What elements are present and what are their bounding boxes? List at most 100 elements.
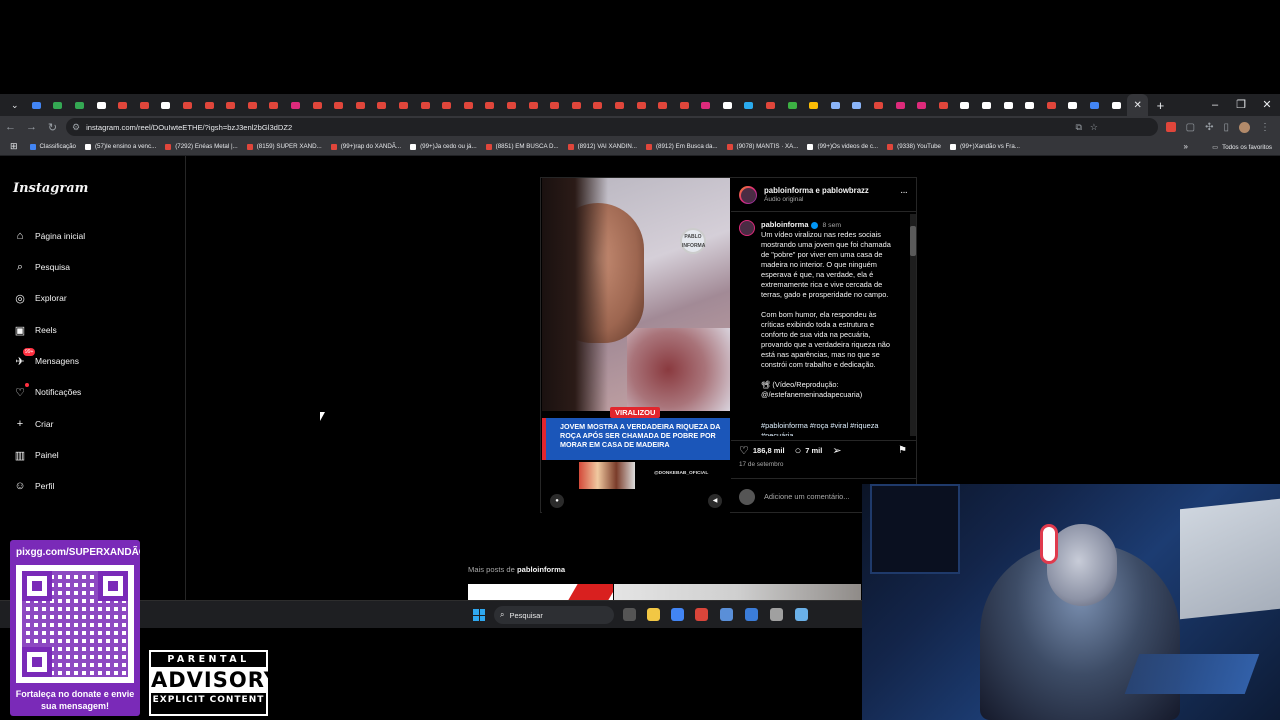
browser-tab[interactable] bbox=[26, 94, 48, 116]
browser-tab[interactable] bbox=[846, 94, 868, 116]
bookmark-item[interactable]: (99+)rap do XANDÃ... bbox=[330, 143, 401, 150]
bookmark-item[interactable]: (7292) Enéas Metal |... bbox=[165, 143, 238, 150]
tab-search-button[interactable]: ⌄ bbox=[4, 94, 26, 116]
browser-tab[interactable] bbox=[457, 94, 479, 116]
bookmark-item[interactable]: (8912) Em Busca da... bbox=[645, 143, 718, 150]
caption-scrollbar[interactable] bbox=[910, 214, 916, 436]
back-button[interactable]: ← bbox=[0, 121, 21, 133]
share-icon[interactable]: ➢ bbox=[832, 444, 841, 457]
browser-tab[interactable] bbox=[112, 94, 134, 116]
menu-dots-icon[interactable]: ⋮ bbox=[1260, 122, 1270, 133]
new-tab-button[interactable]: + bbox=[1152, 98, 1168, 113]
taskbar-app-icon[interactable] bbox=[745, 608, 758, 621]
caption-username[interactable]: pabloinforma bbox=[761, 220, 809, 229]
browser-tab[interactable] bbox=[565, 94, 587, 116]
address-bar[interactable]: ⚙ instagram.com/reel/DOuIwteETHE/?igsh=b… bbox=[66, 118, 1158, 136]
browser-tab[interactable] bbox=[306, 94, 328, 116]
browser-tab[interactable] bbox=[242, 94, 264, 116]
comment-count[interactable]: 7 mil bbox=[805, 446, 822, 455]
browser-tab[interactable] bbox=[825, 94, 847, 116]
browser-tab[interactable] bbox=[868, 94, 890, 116]
profile-avatar[interactable] bbox=[1239, 121, 1250, 133]
browser-tab[interactable] bbox=[889, 94, 911, 116]
audio-label[interactable]: Áudio original bbox=[764, 196, 803, 203]
browser-tab[interactable] bbox=[501, 94, 523, 116]
browser-tab[interactable] bbox=[587, 94, 609, 116]
browser-tab[interactable] bbox=[760, 94, 782, 116]
caption-hashtags[interactable]: #pabloinforma #roça #viral #riqueza #pec… bbox=[761, 421, 901, 436]
browser-tab[interactable] bbox=[479, 94, 501, 116]
browser-tab[interactable] bbox=[673, 94, 695, 116]
bookmark-item[interactable]: (9338) YouTube bbox=[887, 143, 941, 150]
all-bookmarks-button[interactable]: ▭ Todos os favoritos bbox=[1212, 138, 1272, 156]
post-authors[interactable]: pabloinforma e pablowbrazz bbox=[764, 186, 869, 195]
browser-tab[interactable] bbox=[781, 94, 803, 116]
browser-tab[interactable] bbox=[436, 94, 458, 116]
bookmark-item[interactable]: (9078) MANTIS · XA... bbox=[726, 143, 798, 150]
bookmark-item[interactable]: (99+)Os videos de c... bbox=[807, 143, 878, 150]
browser-tab[interactable] bbox=[997, 94, 1019, 116]
browser-tab[interactable] bbox=[976, 94, 998, 116]
apps-grid-icon[interactable]: ⊞ bbox=[10, 141, 18, 152]
more-posts-user[interactable]: pabloinforma bbox=[517, 565, 565, 574]
forward-button[interactable]: → bbox=[21, 121, 42, 133]
browser-tab[interactable] bbox=[198, 94, 220, 116]
comment-icon[interactable]: ○ bbox=[795, 445, 802, 457]
browser-tab[interactable] bbox=[263, 94, 285, 116]
like-icon[interactable]: ♡ bbox=[739, 444, 749, 457]
browser-tab[interactable] bbox=[285, 94, 307, 116]
browser-tab[interactable] bbox=[350, 94, 372, 116]
bookmark-item[interactable]: (8159) SUPER XAND... bbox=[246, 143, 322, 150]
browser-tab[interactable] bbox=[393, 94, 415, 116]
extensions-puzzle-icon[interactable]: ✣ bbox=[1205, 122, 1213, 133]
browser-tab[interactable] bbox=[414, 94, 436, 116]
like-count[interactable]: 186,8 mil bbox=[753, 446, 785, 455]
sidebar-item-home[interactable]: ⌂ Página inicial bbox=[12, 226, 85, 246]
author-avatar[interactable] bbox=[739, 186, 757, 204]
sidebar-item-search[interactable]: ⌕ Pesquisa bbox=[12, 257, 70, 277]
reel-video[interactable]: PABLO INFORMA VIRALIZOU JOVEM MOSTRA A V… bbox=[542, 178, 730, 514]
browser-tab[interactable] bbox=[630, 94, 652, 116]
bookmark-item[interactable]: (8851) EM BUSCA D... bbox=[485, 143, 559, 150]
taskbar-app-icon[interactable] bbox=[770, 608, 783, 621]
taskbar-app-icon[interactable] bbox=[695, 608, 708, 621]
taskbar-search[interactable]: ⌕ Pesquisar bbox=[494, 606, 614, 624]
browser-tab[interactable] bbox=[717, 94, 739, 116]
bookmark-item[interactable]: (57)Ie ensino a venc... bbox=[85, 143, 156, 150]
site-info-icon[interactable]: ⚙ bbox=[72, 122, 80, 133]
browser-tab[interactable] bbox=[652, 94, 674, 116]
sidebar-item-explore[interactable]: ◎ Explorar bbox=[12, 288, 66, 308]
browser-tab[interactable] bbox=[1019, 94, 1041, 116]
mute-button[interactable]: ◀ bbox=[708, 494, 722, 508]
maximize-button[interactable]: ❐ bbox=[1228, 94, 1254, 116]
browser-tab[interactable] bbox=[177, 94, 199, 116]
browser-tab[interactable] bbox=[134, 94, 156, 116]
caption-avatar[interactable] bbox=[739, 220, 755, 236]
bookmark-item[interactable]: Classificação bbox=[29, 143, 76, 150]
browser-tab[interactable] bbox=[738, 94, 760, 116]
bookmarks-overflow-button[interactable]: » bbox=[1184, 138, 1188, 156]
browser-tab[interactable] bbox=[954, 94, 976, 116]
browser-tab[interactable] bbox=[544, 94, 566, 116]
browser-tab[interactable] bbox=[911, 94, 933, 116]
more-options-icon[interactable]: ··· bbox=[900, 187, 908, 198]
windows-start-icon[interactable] bbox=[473, 609, 485, 621]
browser-tab[interactable] bbox=[933, 94, 955, 116]
browser-tab[interactable] bbox=[220, 94, 242, 116]
extension-icon[interactable] bbox=[1165, 122, 1176, 132]
install-app-icon[interactable]: ⧉ bbox=[1075, 122, 1081, 133]
browser-tab[interactable] bbox=[1105, 94, 1127, 116]
browser-tab[interactable] bbox=[609, 94, 631, 116]
browser-tab[interactable] bbox=[69, 94, 91, 116]
scrollbar-thumb[interactable] bbox=[910, 226, 916, 256]
browser-tab[interactable] bbox=[371, 94, 393, 116]
taskbar-app-icon[interactable] bbox=[720, 608, 733, 621]
comment-input[interactable]: Adicione um comentário... bbox=[764, 492, 849, 501]
taskbar-app-icon[interactable] bbox=[647, 608, 660, 621]
sidebar-item-messages[interactable]: ✈ Mensagens 99+ bbox=[12, 348, 79, 371]
tagged-users-button[interactable]: ● bbox=[550, 494, 564, 508]
sidebar-item-create[interactable]: + Criar bbox=[12, 414, 54, 434]
browser-tab[interactable] bbox=[328, 94, 350, 116]
sidebar-item-profile[interactable]: ☺ Perfil bbox=[12, 476, 54, 496]
more-post-thumbnail-1[interactable] bbox=[468, 584, 613, 600]
